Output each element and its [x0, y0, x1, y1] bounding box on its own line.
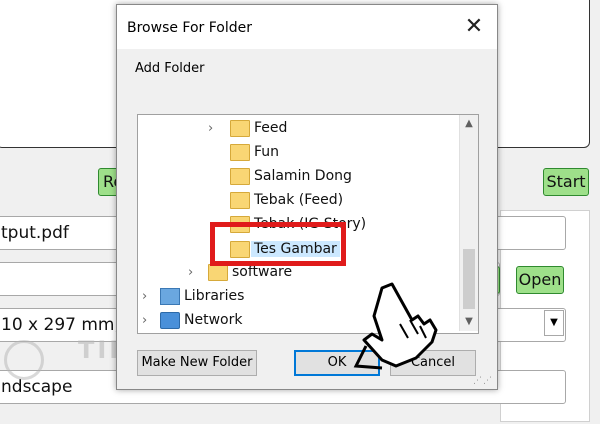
chevron-right-icon[interactable]: › — [208, 121, 213, 136]
folder-icon — [230, 168, 250, 185]
tree-item-label: Feed — [254, 120, 288, 136]
resize-grip-icon[interactable]: ⋰⋰ — [473, 376, 493, 386]
open-button[interactable]: Open — [516, 266, 564, 294]
chevron-right-icon[interactable]: › — [142, 313, 147, 328]
libraries-icon — [160, 288, 180, 305]
tree-item-fun[interactable]: Fun — [138, 141, 458, 165]
chevron-right-icon[interactable]: › — [188, 265, 193, 280]
tree-item-label: Salamin Dong — [254, 168, 352, 184]
scrollbar-thumb[interactable] — [463, 249, 475, 309]
tree-item-feed[interactable]: › Feed — [138, 117, 458, 141]
chevron-down-icon[interactable]: ▼ — [544, 310, 564, 336]
folder-icon — [208, 264, 228, 281]
tree-item-tebak-feed[interactable]: Tebak (Feed) — [138, 189, 458, 213]
make-new-folder-button[interactable]: Make New Folder — [137, 350, 257, 376]
tree-item-label: Libraries — [184, 288, 245, 304]
chevron-right-icon[interactable]: › — [142, 289, 147, 304]
title-bar: Browse For Folder ✕ — [117, 5, 497, 49]
tree-item-label: Network — [184, 312, 243, 328]
tree-item-salamin-dong[interactable]: Salamin Dong — [138, 165, 458, 189]
close-button[interactable]: ✕ — [451, 5, 497, 49]
highlight-annotation — [210, 222, 346, 266]
hand-pointer-icon — [353, 282, 438, 370]
dialog-title: Browse For Folder — [127, 20, 253, 36]
tree-item-label: Fun — [254, 144, 280, 160]
tree-item-label: software — [232, 264, 293, 280]
dialog-description: Add Folder — [135, 61, 205, 76]
watermark-logo — [4, 340, 44, 380]
folder-icon — [230, 192, 250, 209]
start-button[interactable]: Start — [543, 168, 589, 196]
tree-scrollbar[interactable]: ▲ ▼ — [459, 115, 478, 331]
folder-icon — [230, 144, 250, 161]
scroll-down-icon[interactable]: ▼ — [460, 313, 478, 331]
folder-icon — [230, 120, 250, 137]
tree-item-label: Tebak (Feed) — [254, 192, 344, 208]
network-icon — [160, 312, 180, 329]
scroll-up-icon[interactable]: ▲ — [460, 115, 478, 133]
